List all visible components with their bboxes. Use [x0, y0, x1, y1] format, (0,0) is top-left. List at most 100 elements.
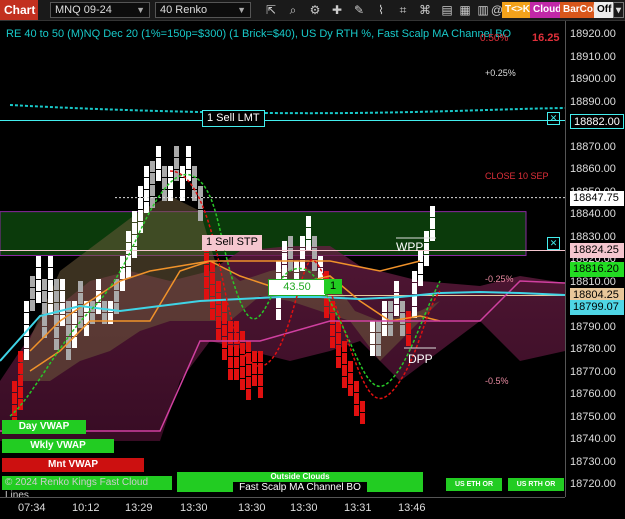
- close-icon[interactable]: ✕: [547, 112, 560, 125]
- renko-brick: [30, 288, 35, 299]
- renko-brick: [60, 291, 65, 302]
- renko-brick: [36, 280, 41, 291]
- indicator-icon[interactable]: ⌇: [372, 2, 390, 18]
- renko-brick: [430, 230, 435, 241]
- renko-brick: [192, 166, 197, 177]
- price-tick-label: 18720.00: [570, 478, 616, 490]
- price-tick-label: 18770.00: [570, 365, 616, 378]
- renko-brick: [300, 236, 305, 247]
- price-tag: 18816.20: [570, 261, 624, 277]
- renko-brick: [360, 413, 365, 424]
- renko-brick: [430, 206, 435, 217]
- renko-brick: [228, 369, 233, 380]
- renko-brick: [138, 210, 143, 221]
- renko-brick: [228, 357, 233, 368]
- crosshair-icon[interactable]: ✚: [328, 2, 346, 18]
- instrument-label: MNQ 09-24: [55, 4, 112, 16]
- price-tick-label: 18910.00: [570, 50, 616, 63]
- renko-brick: [360, 401, 365, 412]
- position-quantity[interactable]: 1: [324, 279, 342, 294]
- renko-brick: [198, 186, 203, 197]
- strategy-icon[interactable]: ⌗: [394, 2, 412, 18]
- renko-brick: [102, 313, 107, 324]
- renko-brick: [382, 301, 387, 312]
- renko-brick: [48, 280, 53, 291]
- renko-brick: [252, 351, 257, 362]
- upper-band-line: [9, 104, 565, 115]
- sell-limit-order[interactable]: 1 Sell LMT: [202, 110, 265, 127]
- renko-brick: [240, 367, 245, 378]
- properties-icon[interactable]: ⌘: [416, 2, 434, 18]
- price-tick-label: 18840.00: [570, 208, 616, 220]
- barcol-button[interactable]: BarCol: [560, 2, 599, 18]
- renko-brick: [400, 301, 405, 312]
- data-box-icon[interactable]: ▦: [456, 2, 474, 18]
- zoom-icon[interactable]: ⌕: [284, 2, 302, 18]
- chart-tab[interactable]: Chart: [0, 0, 38, 20]
- renko-brick: [156, 158, 161, 169]
- chart-title: RE 40 to 50 (M)NQ Dec 20 (1%=150p=$300) …: [6, 28, 512, 40]
- close-icon[interactable]: ✕: [547, 237, 560, 250]
- renko-brick: [60, 303, 65, 314]
- outside-clouds-badge: Outside Clouds: [177, 472, 423, 481]
- renko-brick: [222, 349, 227, 360]
- renko-brick: [216, 305, 221, 316]
- price-axis[interactable]: 18920.0018910.0018900.0018890.0018880.00…: [565, 21, 625, 497]
- renko-brick: [330, 325, 335, 336]
- renko-brick: [180, 190, 185, 201]
- sell-stop-order[interactable]: 1 Sell STP: [202, 235, 262, 250]
- renko-brick: [42, 291, 47, 302]
- renko-brick: [120, 280, 125, 291]
- renko-brick: [370, 333, 375, 344]
- renko-brick: [306, 216, 311, 227]
- chevron-down-icon: ▼: [237, 5, 246, 15]
- renko-brick: [150, 185, 155, 196]
- renko-brick: [24, 349, 29, 360]
- renko-brick: [168, 190, 173, 201]
- price-tick-label: 18870.00: [570, 140, 616, 153]
- renko-brick: [394, 281, 399, 292]
- time-tick-label: 07:34: [18, 502, 46, 514]
- draw-icon[interactable]: ✎: [350, 2, 368, 18]
- renko-brick: [18, 363, 23, 374]
- off-button[interactable]: Off: [594, 2, 615, 18]
- renko-brick: [114, 291, 119, 302]
- renko-brick: [394, 305, 399, 316]
- renko-brick: [18, 387, 23, 398]
- renko-brick: [72, 313, 77, 324]
- time-tick-label: 13:30: [238, 502, 266, 514]
- renko-brick: [246, 377, 251, 388]
- renko-brick: [394, 293, 399, 304]
- bar-type-selector[interactable]: 40 Renko ▼: [155, 2, 251, 18]
- renko-brick: [354, 405, 359, 416]
- renko-brick: [60, 279, 65, 290]
- renko-brick: [276, 309, 281, 320]
- renko-brick: [222, 337, 227, 348]
- renko-brick: [348, 361, 353, 372]
- cursor-icon[interactable]: ⇱: [262, 2, 280, 18]
- price-tag: 18799.07: [570, 300, 624, 316]
- time-axis[interactable]: 07:34 10:12 13:29 13:30 13:30 13:30 13:31 13:46: [0, 497, 565, 519]
- renko-brick: [180, 178, 185, 189]
- renko-brick: [150, 173, 155, 184]
- renko-brick: [222, 301, 227, 312]
- renko-brick: [48, 268, 53, 279]
- renko-brick: [258, 363, 263, 374]
- renko-brick: [348, 373, 353, 384]
- renko-brick: [54, 339, 59, 350]
- renko-brick: [376, 333, 381, 344]
- renko-brick: [216, 281, 221, 292]
- position-price[interactable]: 43.50: [268, 279, 326, 296]
- renko-brick: [156, 146, 161, 157]
- wpp-label: WPP: [396, 240, 424, 254]
- renko-brick: [66, 301, 71, 312]
- bar-style-icon[interactable]: ⚙: [306, 2, 324, 18]
- template-icon[interactable]: ▤: [438, 2, 456, 18]
- renko-brick: [90, 313, 95, 324]
- renko-brick: [126, 255, 131, 266]
- dropdown-button[interactable]: ▾: [613, 2, 624, 18]
- time-tick-label: 13:30: [290, 502, 318, 514]
- renko-brick: [36, 292, 41, 303]
- instrument-selector[interactable]: MNQ 09-24 ▼: [50, 2, 150, 18]
- tk-button[interactable]: T<>K: [502, 2, 534, 18]
